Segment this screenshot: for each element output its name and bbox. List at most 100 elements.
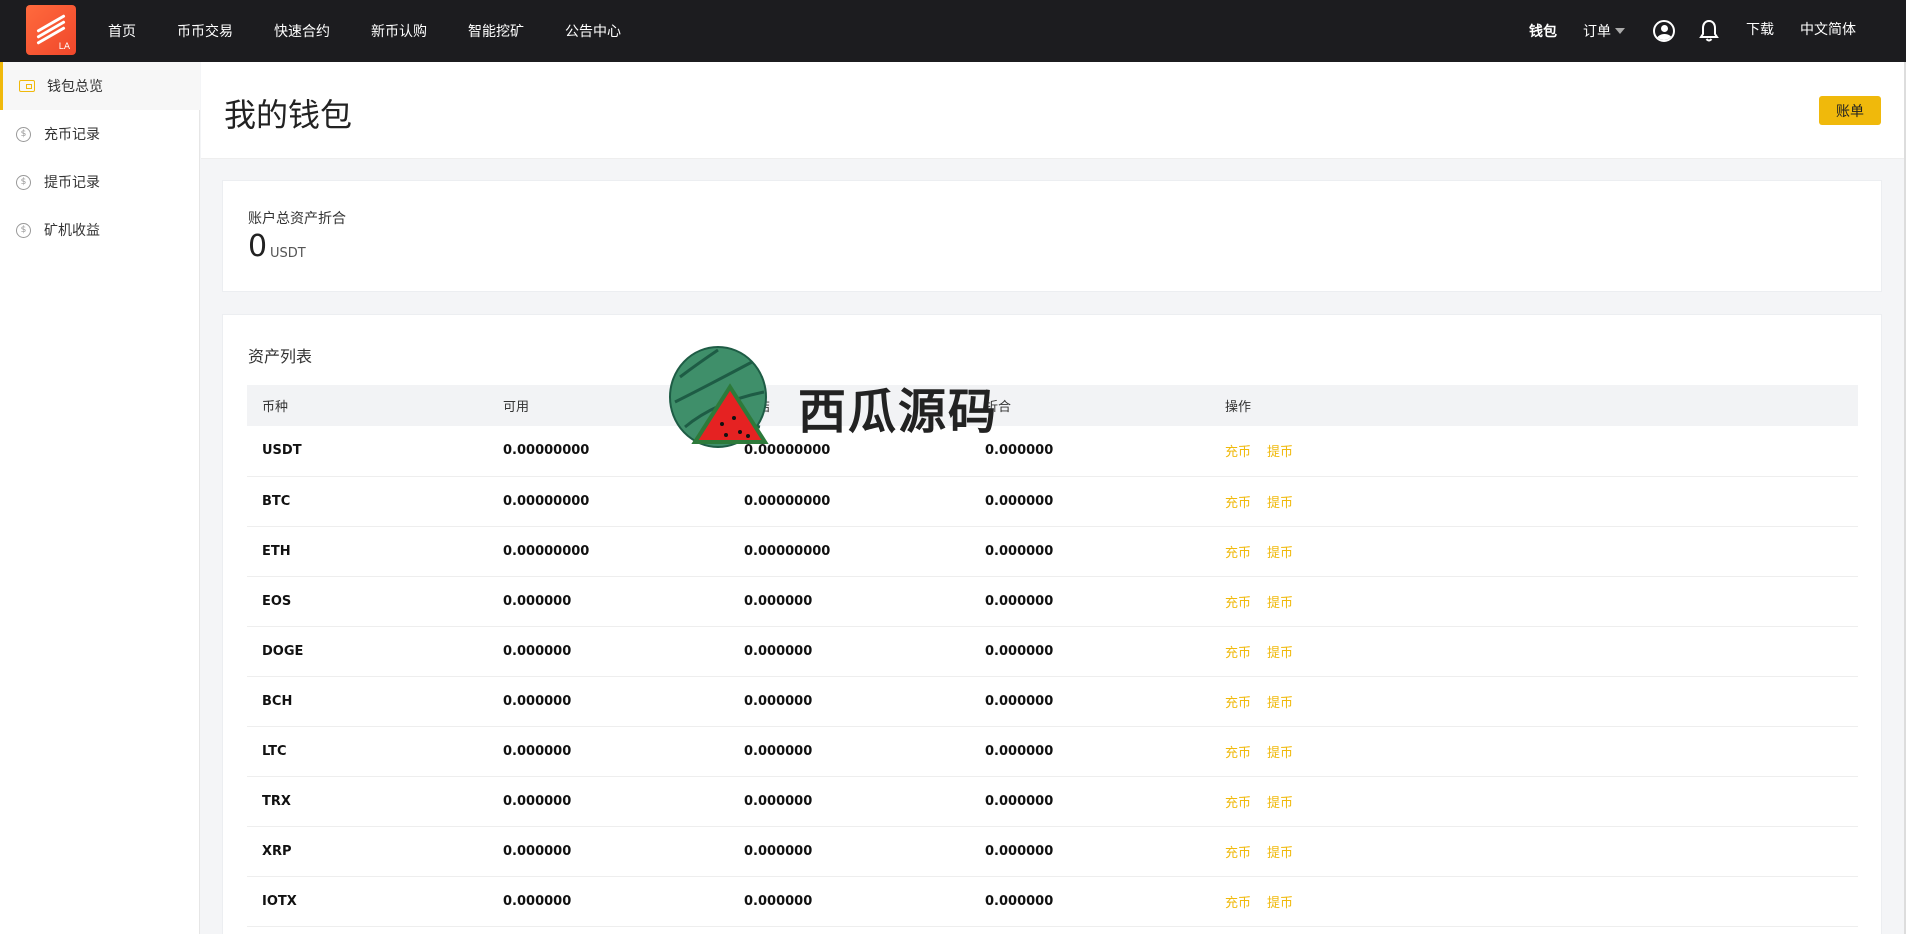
asset-equivalent-cell: 0.000000 [985,643,1054,659]
nav-language[interactable]: 中文简体 [1800,19,1856,39]
deposit-link[interactable]: 充币 [1225,696,1251,711]
asset-equivalent-cell: 0.000000 [985,593,1054,609]
logo-mark-icon [33,14,69,45]
asset-equivalent-cell: 0.000000 [985,443,1054,459]
asset-equivalent-cell: 0.000000 [985,693,1054,709]
deposit-link[interactable]: 充币 [1225,896,1251,911]
sidebar: 钱包总览 $ 充币记录 $ 提币记录 $ 矿机收益 [0,62,200,934]
asset-available-cell: 0.000000 [503,643,572,659]
deposit-link[interactable]: 充币 [1225,496,1251,511]
withdraw-link[interactable]: 提币 [1267,846,1293,861]
asset-coin-cell: USDT [262,443,302,459]
asset-coin-cell: BCH [262,693,293,709]
total-assets-value: 0 [248,229,268,264]
nav-orders-dropdown[interactable]: 订单 [1583,21,1625,41]
asset-equivalent-cell: 0.000000 [985,793,1054,809]
withdraw-link[interactable]: 提币 [1267,596,1293,611]
asset-available-cell: 0.000000 [503,593,572,609]
column-header-coin: 币种 [262,400,289,415]
asset-equivalent-cell: 0.000000 [985,493,1054,509]
sidebar-item-withdraw-records[interactable]: $ 提币记录 [0,158,200,206]
total-assets-unit: USDT [270,246,306,261]
sidebar-item-wallet-overview[interactable]: 钱包总览 [0,62,200,110]
withdraw-link[interactable]: 提币 [1267,696,1293,711]
nav-quick-contract[interactable]: 快速合约 [274,21,330,41]
withdraw-link[interactable]: 提币 [1267,796,1293,811]
asset-coin-cell: BTC [262,493,291,509]
top-nav-bar: LA 首页 币币交易 快速合约 新币认购 智能挖矿 公告中心 钱包 订单 下载 … [0,0,1906,62]
withdraw-link[interactable]: 提币 [1267,646,1293,661]
nav-download[interactable]: 下载 [1746,19,1774,39]
sidebar-item-mining-earnings[interactable]: $ 矿机收益 [0,206,200,254]
asset-actions-cell: 充币 提币 [1210,776,1858,826]
withdraw-link[interactable]: 提币 [1267,746,1293,761]
dollar-icon: $ [16,174,31,190]
deposit-link[interactable]: 充币 [1225,746,1251,761]
table-row: LTC 0.000000 0.000000 0.000000 充币 提币 [247,726,1858,776]
bell-icon[interactable] [1699,19,1719,43]
column-header-actions: 操作 [1225,400,1252,415]
deposit-link[interactable]: 充币 [1225,796,1251,811]
deposit-link[interactable]: 充币 [1225,846,1251,861]
nav-home[interactable]: 首页 [108,21,136,41]
table-row: ETH 0.00000000 0.00000000 0.000000 充币 提币 [247,526,1858,576]
asset-equivalent-cell: 0.000000 [985,843,1054,859]
asset-coin-cell: ETH [262,543,291,559]
nav-smart-mining[interactable]: 智能挖矿 [468,21,524,41]
main-nav: 首页 币币交易 快速合约 新币认购 智能挖矿 公告中心 [108,0,662,62]
user-icon[interactable] [1653,20,1675,42]
table-row: USDT 0.00000000 0.00000000 0.000000 充币 提币 [247,426,1858,476]
withdraw-link[interactable]: 提币 [1267,496,1293,511]
asset-equivalent-cell: 0.000000 [985,743,1054,759]
asset-frozen-cell: 0.000000 [744,693,813,709]
asset-coin-cell: DOGE [262,643,304,659]
table-row: TRX 0.000000 0.000000 0.000000 充币 提币 [247,776,1858,826]
asset-frozen-cell: 0.000000 [744,593,813,609]
sidebar-item-deposit-records[interactable]: $ 充币记录 [0,110,200,158]
asset-table-body: USDT 0.00000000 0.00000000 0.000000 充币 提币 BTC 0… [247,426,1858,926]
chevron-down-icon [1615,28,1625,34]
asset-actions-cell: 充币 提币 [1210,726,1858,776]
asset-available-cell: 0.00000000 [503,493,590,509]
logo-text: LA [58,42,70,52]
asset-actions-cell: 充币 提币 [1210,576,1858,626]
page-header: 我的钱包 账单 [201,62,1904,159]
brand-logo[interactable]: LA [26,5,76,55]
asset-frozen-cell: 0.00000000 [744,493,831,509]
nav-new-coin-subscription[interactable]: 新币认购 [371,21,427,41]
asset-frozen-cell: 0.00000000 [744,443,831,459]
deposit-link[interactable]: 充币 [1225,445,1251,460]
deposit-link[interactable]: 充币 [1225,596,1251,611]
nav-announcements[interactable]: 公告中心 [565,21,621,41]
withdraw-link[interactable]: 提币 [1267,445,1293,460]
table-row: DOGE 0.000000 0.000000 0.000000 充币 提币 [247,626,1858,676]
table-row: IOTX 0.000000 0.000000 0.000000 充币 提币 [247,876,1858,926]
withdraw-link[interactable]: 提币 [1267,546,1293,561]
bill-button[interactable]: 账单 [1819,96,1881,125]
asset-frozen-cell: 0.000000 [744,843,813,859]
asset-available-cell: 0.000000 [503,843,572,859]
asset-available-cell: 0.000000 [503,693,572,709]
asset-table: 币种 可用 冻结 折合 操作 USDT 0.00000000 0.00000000 0… [247,385,1858,927]
asset-actions-cell: 充币 提币 [1210,676,1858,726]
asset-frozen-cell: 0.000000 [744,643,813,659]
asset-frozen-cell: 0.00000000 [744,543,831,559]
asset-actions-cell: 充币 提币 [1210,826,1858,876]
asset-actions-cell: 充币 提币 [1210,426,1858,476]
total-assets-card: 账户总资产折合 0 USDT [222,180,1882,292]
asset-available-cell: 0.000000 [503,793,572,809]
asset-frozen-cell: 0.000000 [744,893,813,909]
sidebar-item-label: 提币记录 [44,175,100,191]
table-row: EOS 0.000000 0.000000 0.000000 充币 提币 [247,576,1858,626]
asset-coin-cell: IOTX [262,893,297,909]
withdraw-link[interactable]: 提币 [1267,896,1293,911]
asset-available-cell: 0.000000 [503,743,572,759]
nav-spot-trading[interactable]: 币币交易 [177,21,233,41]
deposit-link[interactable]: 充币 [1225,646,1251,661]
deposit-link[interactable]: 充币 [1225,546,1251,561]
asset-actions-cell: 充币 提币 [1210,626,1858,676]
table-row: BCH 0.000000 0.000000 0.000000 充币 提币 [247,676,1858,726]
column-header-frozen: 冻结 [744,400,771,415]
asset-coin-cell: TRX [262,793,291,809]
asset-frozen-cell: 0.000000 [744,793,813,809]
